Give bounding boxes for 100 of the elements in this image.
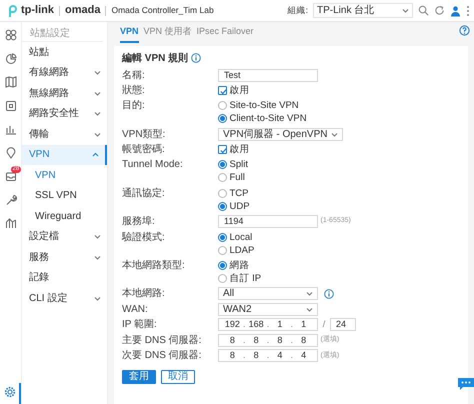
sidebar-item[interactable]: 服務 xyxy=(22,247,107,268)
sidebar-item[interactable]: VPN xyxy=(22,144,107,165)
field-label: 主要 DNS 伺服器: xyxy=(122,334,202,348)
form-title: 編輯 VPN 規則 xyxy=(122,52,188,66)
refresh-icon[interactable] xyxy=(434,5,445,16)
radio-label: Full xyxy=(230,171,245,184)
checkbox[interactable] xyxy=(218,145,227,154)
ip-field[interactable]: 8 . 8 . 4 . 4 xyxy=(218,349,318,362)
checkbox-label: 啟用 xyxy=(230,143,250,156)
select-field[interactable]: All xyxy=(218,287,318,300)
caret-icon xyxy=(331,130,338,138)
help-icon[interactable] xyxy=(459,25,470,36)
chevron-icon xyxy=(94,69,101,76)
device-icon[interactable] xyxy=(4,100,16,112)
caret-icon xyxy=(402,7,409,14)
product-name: omada xyxy=(65,3,100,18)
controller-name: Omada Controller_Tim Lab xyxy=(111,4,214,17)
checkbox[interactable] xyxy=(218,86,227,95)
ip-field[interactable]: 192 . 168 . 1 . 1 xyxy=(218,318,318,332)
sidebar-item[interactable]: 有線網路 xyxy=(22,62,107,83)
chevron-icon xyxy=(94,90,101,97)
select-field[interactable]: WAN2 xyxy=(218,302,318,316)
sidebar-item[interactable]: CLI 設定 xyxy=(22,288,107,308)
radio-label: Local xyxy=(230,230,252,244)
radio-label: TCP xyxy=(230,186,248,200)
radio-button[interactable] xyxy=(218,160,227,170)
field-label: 名稱: xyxy=(122,68,146,82)
dashboard-icon[interactable] xyxy=(4,29,16,42)
field-label: 服務埠: xyxy=(122,215,156,228)
sidebar-item[interactable]: 無線網路 xyxy=(22,83,107,104)
info-icon[interactable] xyxy=(190,53,201,63)
inbox-icon[interactable] xyxy=(4,170,16,182)
pie-chart-icon[interactable] xyxy=(4,52,16,65)
radio-button[interactable] xyxy=(218,173,227,182)
wrench-icon[interactable] xyxy=(4,194,16,206)
sidebar-subitem[interactable]: Wireguard xyxy=(22,206,107,226)
sidebar-item[interactable]: 網路安全性 xyxy=(22,104,107,124)
tab[interactable]: VPN xyxy=(120,22,139,42)
caret-icon xyxy=(306,306,313,313)
radio-button[interactable] xyxy=(218,246,227,255)
field-label: IP 範圍: xyxy=(122,318,158,332)
ip-field[interactable]: 8 . 8 . 8 . 8 xyxy=(218,334,318,348)
report-icon[interactable] xyxy=(4,123,16,136)
checkbox-label: 啟用 xyxy=(230,84,250,97)
org-select[interactable]: TP-Link 台北 xyxy=(313,3,413,18)
cancel-button[interactable]: 取消 xyxy=(161,370,195,384)
sidebar-subitem[interactable]: SSL VPN xyxy=(22,186,107,206)
more-icon[interactable] xyxy=(466,4,470,16)
radio-label: LDAP xyxy=(230,244,254,257)
sidebar-subitem[interactable]: VPN xyxy=(22,165,107,186)
chevron-icon xyxy=(94,130,101,138)
chat-icon[interactable] xyxy=(458,378,474,390)
field-label: WAN: xyxy=(122,302,149,316)
radio-button[interactable] xyxy=(218,114,227,124)
field-label: 狀態: xyxy=(122,84,146,97)
radio-button[interactable] xyxy=(218,202,227,211)
search-icon[interactable] xyxy=(418,5,429,16)
field-label: Tunnel Mode: xyxy=(122,158,184,172)
radio-button[interactable] xyxy=(218,188,227,198)
avatar-icon[interactable] xyxy=(450,4,461,16)
field-label: 通訊協定: xyxy=(122,186,166,201)
field-label: 驗證模式: xyxy=(122,230,166,245)
sidebar-title: 站點設定 xyxy=(22,22,103,42)
info-icon[interactable] xyxy=(324,288,334,299)
radio-label: 自訂 IP xyxy=(230,272,262,286)
sidebar-item[interactable]: 傳輸 xyxy=(22,124,107,144)
map-icon[interactable] xyxy=(4,76,16,88)
sidebar-item[interactable]: 記錄 xyxy=(22,268,107,288)
radio-button[interactable] xyxy=(218,101,227,110)
chevron-icon xyxy=(94,294,101,302)
radio-button[interactable] xyxy=(218,232,227,242)
chevron-icon xyxy=(92,151,99,158)
input-field[interactable]: Test xyxy=(218,68,318,82)
radio-label: Split xyxy=(230,158,248,172)
location-pin-icon[interactable] xyxy=(4,146,16,159)
caret-icon xyxy=(306,290,313,298)
radio-label: 網路 xyxy=(230,259,250,272)
input-field[interactable]: 1194 xyxy=(218,215,318,228)
settings-icon[interactable] xyxy=(4,386,16,398)
prefix-field[interactable]: 24 xyxy=(330,318,356,332)
sidebar-item[interactable]: 站點 xyxy=(22,42,107,62)
chevron-icon xyxy=(94,254,101,261)
field-label: 本地網路: xyxy=(122,287,166,300)
field-label: 帳號密碼: xyxy=(122,143,166,156)
sidebar-item[interactable]: 設定檔 xyxy=(22,226,107,247)
apply-button[interactable]: 套用 xyxy=(122,370,156,384)
brand-name: tp-link xyxy=(21,3,54,18)
field-label: 次要 DNS 伺服器: xyxy=(122,349,202,362)
org-label: 組織: xyxy=(288,4,308,17)
field-label: 本地網路類型: xyxy=(122,259,186,274)
slash-text: / xyxy=(322,318,326,332)
radio-label: UDP xyxy=(230,200,250,213)
insight-icon[interactable] xyxy=(4,217,16,230)
radio-label: Site-to-Site VPN xyxy=(230,99,299,112)
select-field[interactable]: VPN伺服器 - OpenVPN xyxy=(218,128,344,141)
radio-label: Client-to-Site VPN xyxy=(230,112,307,126)
radio-button[interactable] xyxy=(218,274,227,284)
chevron-icon xyxy=(94,110,101,118)
radio-button[interactable] xyxy=(218,261,227,270)
chevron-icon xyxy=(94,233,101,240)
